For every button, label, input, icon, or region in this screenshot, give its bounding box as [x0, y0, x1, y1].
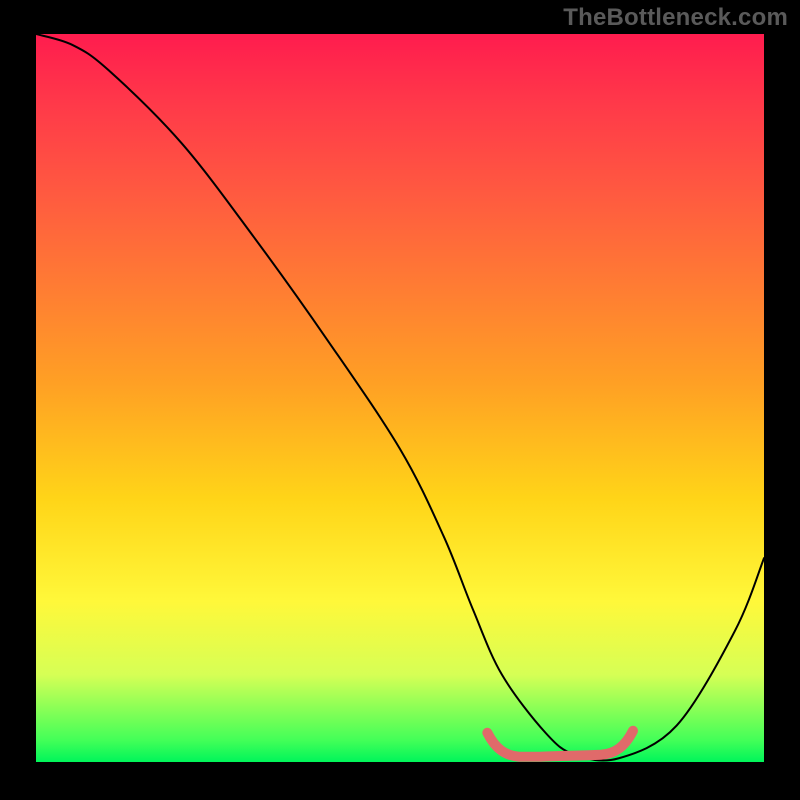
plot-svg — [36, 34, 764, 762]
chart-root: TheBottleneck.com — [0, 0, 800, 800]
watermark-text: TheBottleneck.com — [563, 4, 788, 32]
plot-area — [36, 34, 764, 762]
bottleneck-curve — [36, 34, 764, 761]
sweet-spot-marker — [487, 731, 633, 757]
